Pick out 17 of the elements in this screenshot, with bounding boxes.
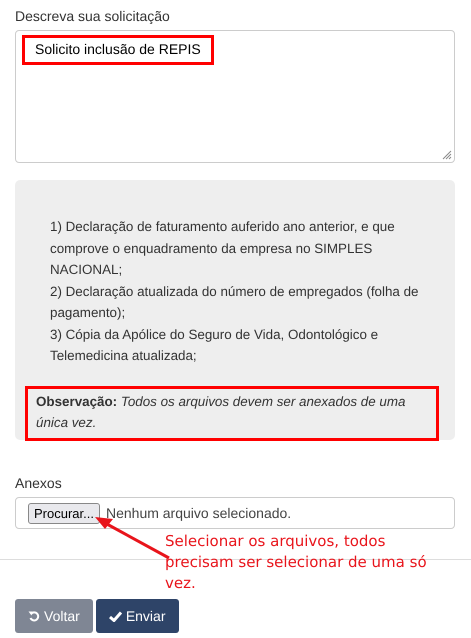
field-label: Descreva sua solicitação [15, 8, 171, 24]
back-button[interactable]: Voltar [15, 599, 93, 633]
requirement-text: 2) Declaração atualizada do número de empregados (folha de pagamento); [50, 282, 420, 322]
undo-icon [28, 610, 40, 622]
annotation-text: Selecionar os arquivos, todos precisam ser selecionar de uma só vez. [165, 531, 428, 594]
resize-grip-icon[interactable] [442, 150, 452, 160]
field-label: Anexos [15, 475, 63, 491]
requirement-text: 1) Declaração de faturamento auferido ano anterior, e que comprove o enquadramento da empresa no SIMPLES NACIONAL; [50, 218, 396, 279]
field-value: Solicito inclusão de REPIS [22, 35, 214, 65]
check-icon [108, 610, 122, 622]
browse-button[interactable]: Procurar... [28, 502, 100, 524]
submit-button[interactable]: Enviar [96, 599, 178, 633]
requirement-text: 3) Cópia da Apólice do Seguro de Vida, Odontológico e Telemedicina atualizada; [50, 326, 380, 365]
observation-note: Observação: Todos os arquivos devem ser anexados de uma única vez. [25, 386, 439, 440]
file-input[interactable]: Procurar... Nenhum arquivo selecionado. [15, 497, 455, 529]
file-status: Nenhum arquivo selecionado. [106, 505, 292, 521]
description-field[interactable]: Solicito inclusão de REPIS [15, 30, 455, 163]
